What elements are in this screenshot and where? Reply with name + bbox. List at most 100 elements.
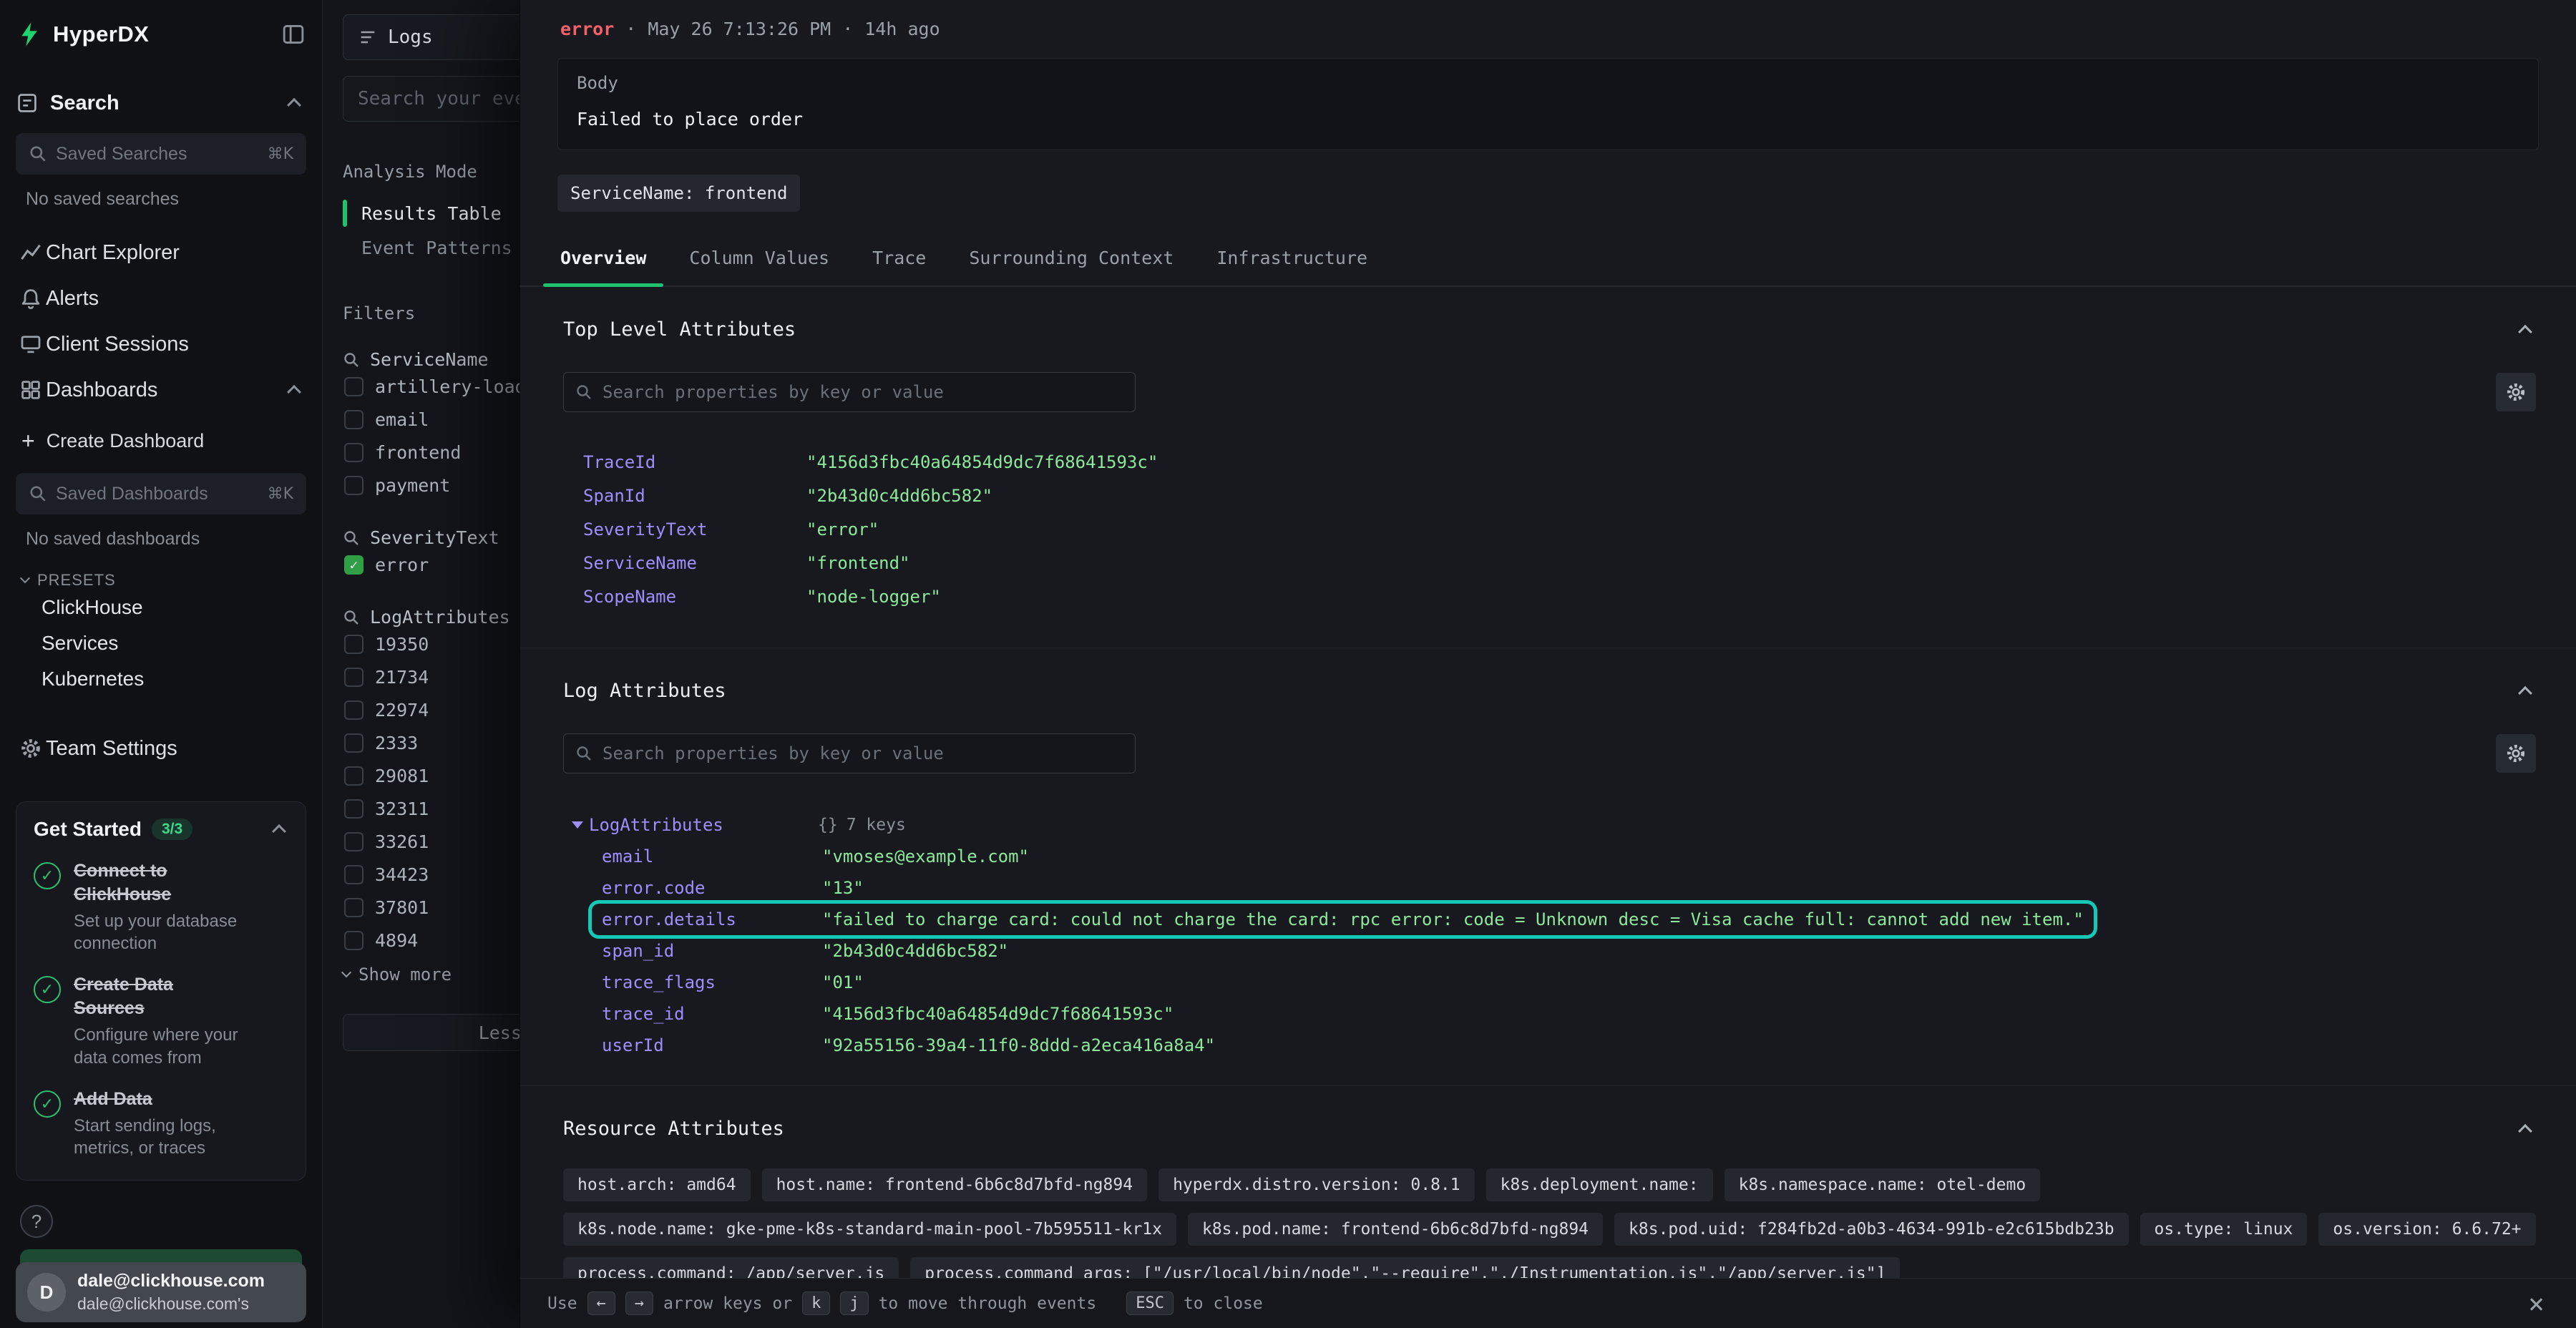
- attr-key[interactable]: error.details: [602, 909, 822, 929]
- tab-column-values[interactable]: Column Values: [668, 248, 851, 285]
- log-attributes-search-input[interactable]: [602, 743, 1123, 763]
- kv-key[interactable]: TraceId: [583, 452, 806, 472]
- top-level-search-input[interactable]: [602, 382, 1123, 402]
- kv-value[interactable]: "4156d3fbc40a64854d9dc7f68641593c": [806, 452, 1158, 472]
- resource-chip[interactable]: k8s.pod.name: frontend-6b6c8d7bfd-ng894: [1188, 1213, 1603, 1246]
- get-started-item[interactable]: Create Data Sources Configure where your…: [34, 973, 288, 1068]
- checkbox[interactable]: [344, 635, 364, 654]
- sidebar-section-search[interactable]: Search: [16, 87, 306, 119]
- attr-value[interactable]: "vmoses@example.com": [822, 846, 1029, 866]
- resource-chip[interactable]: k8s.pod.uid: f284fb2d-a0b3-4634-991b-e2c…: [1614, 1213, 2129, 1246]
- resource-chip[interactable]: k8s.node.name: gke-pme-k8s-standard-main…: [563, 1213, 1176, 1246]
- sidebar-item-alerts[interactable]: Alerts: [16, 275, 306, 321]
- attr-key[interactable]: trace_flags: [602, 972, 822, 992]
- saved-searches-input[interactable]: [56, 144, 268, 165]
- tree-root-key[interactable]: LogAttributes: [589, 815, 818, 835]
- tab-trace[interactable]: Trace: [851, 248, 947, 285]
- get-started-item[interactable]: Add Data Start sending logs, metrics, or…: [34, 1088, 288, 1160]
- collapse-chevron-icon[interactable]: [2518, 324, 2532, 338]
- settings-gear-button[interactable]: [2496, 734, 2536, 773]
- app-title: HyperDX: [53, 21, 149, 47]
- resource-chip[interactable]: k8s.deployment.name:: [1486, 1168, 1713, 1201]
- tab-surrounding-context[interactable]: Surrounding Context: [947, 248, 1195, 285]
- saved-dashboards-input[interactable]: [56, 484, 268, 504]
- resource-chip[interactable]: host.name: frontend-6b6c8d7bfd-ng894: [762, 1168, 1148, 1201]
- resource-chip[interactable]: host.arch: amd64: [563, 1168, 751, 1201]
- preset-services[interactable]: Services: [42, 625, 306, 661]
- get-started-item[interactable]: Connect to ClickHouse Set up your databa…: [34, 859, 288, 954]
- sidebar-item-chart-explorer[interactable]: Chart Explorer: [16, 230, 306, 275]
- kv-key[interactable]: ServiceName: [583, 553, 806, 573]
- saved-searches-search[interactable]: ⌘K: [16, 133, 306, 175]
- checkbox-checked[interactable]: [344, 555, 364, 575]
- checkbox[interactable]: [344, 668, 364, 687]
- search-icon: [575, 745, 592, 762]
- log-attributes-search-box[interactable]: [563, 733, 1136, 773]
- settings-gear-button[interactable]: [2496, 373, 2536, 411]
- attr-value[interactable]: "2b43d0c4dd6bc582": [822, 941, 1008, 961]
- checkbox[interactable]: [344, 377, 364, 396]
- service-name-tag[interactable]: ServiceName: frontend: [557, 175, 800, 212]
- checkbox[interactable]: [344, 476, 364, 495]
- help-button[interactable]: ?: [20, 1205, 53, 1238]
- attr-value[interactable]: "01": [822, 972, 864, 992]
- resource-chip[interactable]: process.command: /app/server.js: [563, 1257, 899, 1278]
- attr-key[interactable]: trace_id: [602, 1004, 822, 1024]
- sidebar-collapse-icon[interactable]: [280, 21, 306, 47]
- chevron-down-icon: [341, 967, 351, 977]
- chevron-up-icon[interactable]: [272, 824, 286, 839]
- attr-key[interactable]: error.code: [602, 878, 822, 898]
- attr-value[interactable]: "13": [822, 878, 864, 898]
- checkbox[interactable]: [344, 865, 364, 884]
- checkbox[interactable]: [344, 766, 364, 786]
- resource-chip[interactable]: k8s.namespace.name: otel-demo: [1724, 1168, 2041, 1201]
- attr-key[interactable]: email: [602, 846, 822, 866]
- kv-value[interactable]: "node-logger": [806, 587, 941, 607]
- kv-key[interactable]: SeverityText: [583, 519, 806, 540]
- sidebar-item-team-settings[interactable]: Team Settings: [16, 726, 306, 771]
- user-menu[interactable]: D dale@clickhouse.com dale@clickhouse.co…: [16, 1262, 306, 1322]
- resource-chip[interactable]: os.type: linux: [2140, 1213, 2308, 1246]
- attr-key[interactable]: span_id: [602, 941, 822, 961]
- tree-root-row[interactable]: LogAttributes {} 7 keys: [572, 809, 916, 841]
- checkbox[interactable]: [344, 931, 364, 950]
- checkbox[interactable]: [344, 410, 364, 429]
- tab-infrastructure[interactable]: Infrastructure: [1195, 248, 1389, 285]
- sidebar-item-dashboards[interactable]: Dashboards: [16, 367, 306, 413]
- resource-chip[interactable]: process.command_args: ["/usr/local/bin/n…: [910, 1257, 1900, 1278]
- close-icon[interactable]: [2528, 1290, 2545, 1317]
- checkbox[interactable]: [344, 799, 364, 819]
- kv-value[interactable]: "2b43d0c4dd6bc582": [806, 486, 992, 506]
- grid-icon: [16, 379, 46, 401]
- resource-chip[interactable]: os.version: 6.6.72+: [2318, 1213, 2535, 1246]
- kv-key[interactable]: SpanId: [583, 486, 806, 506]
- sidebar-item-client-sessions[interactable]: Client Sessions: [16, 321, 306, 367]
- create-dashboard-button[interactable]: Create Dashboard: [16, 421, 306, 460]
- chevron-up-icon[interactable]: [287, 385, 301, 399]
- attr-value[interactable]: "92a55156-39a4-11f0-8ddd-a2eca416a8a4": [822, 1035, 1215, 1055]
- top-level-search-box[interactable]: [563, 372, 1136, 412]
- kv-value[interactable]: "error": [806, 519, 879, 540]
- checkbox[interactable]: [344, 898, 364, 917]
- collapse-chevron-icon[interactable]: [2518, 1123, 2532, 1138]
- get-started-header[interactable]: Get Started 3/3: [34, 818, 288, 841]
- resource-chip[interactable]: hyperdx.distro.version: 0.8.1: [1158, 1168, 1475, 1201]
- kv-value[interactable]: "frontend": [806, 553, 910, 573]
- checkbox[interactable]: [344, 700, 364, 720]
- tab-overview[interactable]: Overview: [539, 248, 668, 285]
- no-saved-searches-text: No saved searches: [26, 189, 306, 210]
- checkbox[interactable]: [344, 832, 364, 851]
- presets-toggle[interactable]: PRESETS: [21, 571, 306, 590]
- search-section-title: Search: [50, 92, 119, 115]
- preset-kubernetes[interactable]: Kubernetes: [42, 661, 306, 697]
- attr-value[interactable]: "failed to charge card: could not charge…: [822, 909, 2084, 929]
- kv-key[interactable]: ScopeName: [583, 587, 806, 607]
- checkbox[interactable]: [344, 733, 364, 753]
- chevron-up-icon[interactable]: [287, 98, 301, 112]
- attr-value[interactable]: "4156d3fbc40a64854d9dc7f68641593c": [822, 1004, 1174, 1024]
- collapse-chevron-icon[interactable]: [2518, 685, 2532, 700]
- attr-key[interactable]: userId: [602, 1035, 822, 1055]
- checkbox[interactable]: [344, 443, 364, 462]
- preset-clickhouse[interactable]: ClickHouse: [42, 590, 306, 625]
- saved-dashboards-search[interactable]: ⌘K: [16, 473, 306, 514]
